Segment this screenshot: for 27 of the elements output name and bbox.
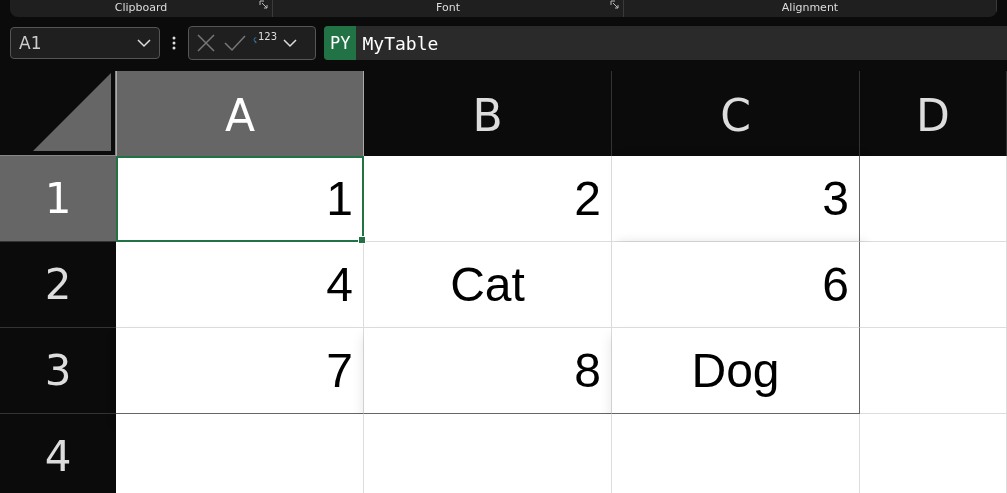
table-cell[interactable]: 6 [612, 242, 860, 328]
column-header[interactable]: A [116, 71, 364, 156]
python-badge: PY [324, 26, 357, 60]
dialog-launcher-icon[interactable] [259, 0, 268, 9]
fill-handle[interactable] [358, 236, 366, 244]
table-cell[interactable]: 7 [116, 328, 364, 414]
dialog-launcher-icon[interactable] [610, 0, 619, 9]
table-cell[interactable]: 2 [364, 156, 612, 242]
triangle-icon [33, 73, 113, 153]
table-cell[interactable]: 1 [116, 156, 364, 242]
chevron-down-icon [137, 38, 151, 48]
python-output-button[interactable]: 123 [253, 32, 277, 54]
select-all-button[interactable] [0, 71, 116, 156]
ribbon-group-label: Alignment [781, 1, 839, 14]
table-cell[interactable]: Dog [612, 328, 860, 414]
table-cell[interactable]: 3 [612, 156, 860, 242]
more-options-icon[interactable] [172, 35, 176, 51]
cancel-icon[interactable] [195, 32, 217, 54]
ribbon-group-label: Font [436, 1, 460, 14]
row-header[interactable]: 1 [0, 156, 116, 242]
table-cell[interactable]: Cat [364, 242, 612, 328]
table-cell[interactable]: 8 [364, 328, 612, 414]
chevron-down-icon[interactable] [283, 38, 297, 48]
ribbon-group-label: Clipboard [114, 1, 168, 14]
name-box[interactable]: A1 [10, 27, 160, 59]
table-cell[interactable]: 4 [116, 242, 364, 328]
formula-field[interactable]: PY MyTable [324, 26, 1007, 60]
